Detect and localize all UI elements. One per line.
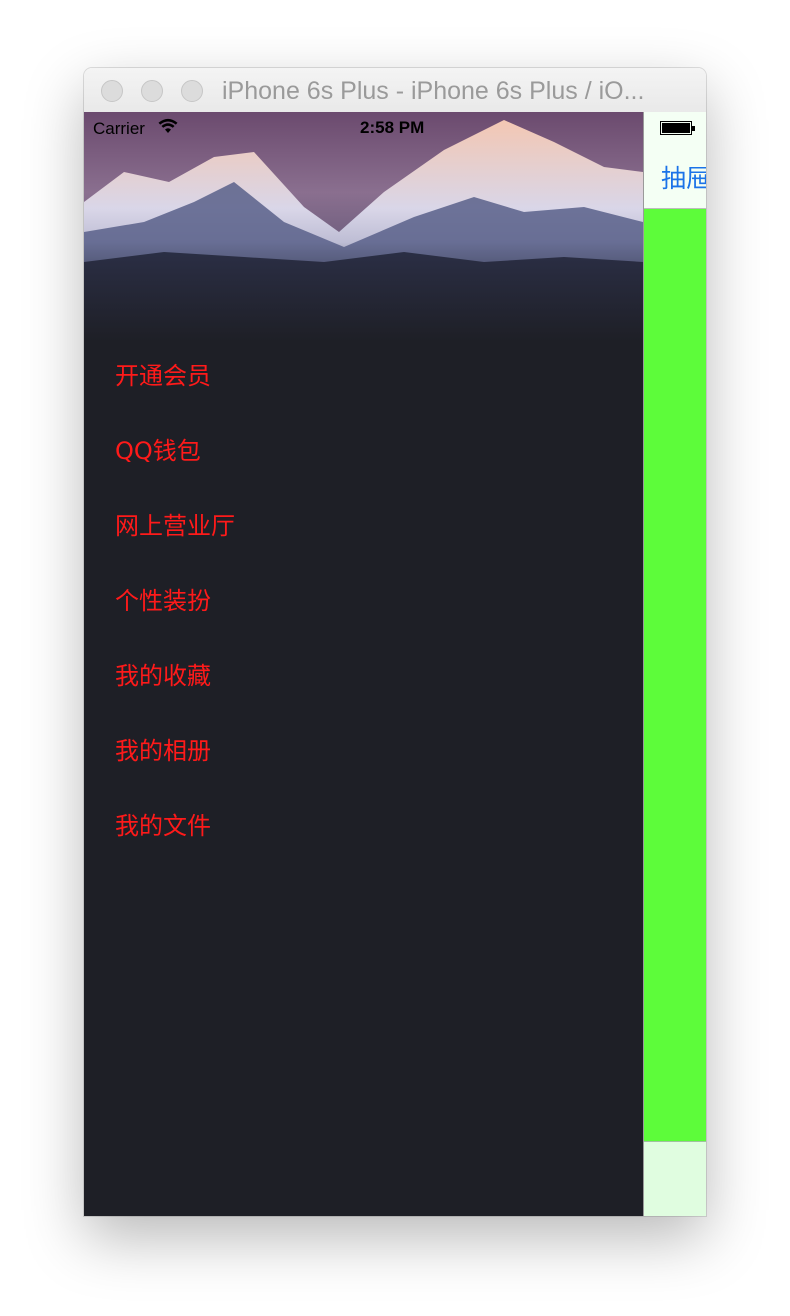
status-time: 2:58 PM	[360, 118, 425, 137]
mountain-illustration	[84, 112, 643, 342]
menu-item-personal-theme[interactable]: 个性装扮	[115, 582, 235, 657]
drawer-menu: 开通会员 QQ钱包 网上营业厅 个性装扮 我的收藏 我的相册 我的文件	[84, 112, 643, 1216]
simulator-window: iPhone 6s Plus - iPhone 6s Plus / iO...	[84, 68, 706, 1216]
menu-item-favorites[interactable]: 我的收藏	[115, 657, 235, 732]
zoom-window-button[interactable]	[181, 80, 203, 102]
menu-item-files[interactable]: 我的文件	[115, 807, 235, 882]
window-titlebar[interactable]: iPhone 6s Plus - iPhone 6s Plus / iO...	[84, 68, 706, 113]
menu-item-qq-wallet[interactable]: QQ钱包	[115, 432, 235, 507]
minimize-window-button[interactable]	[141, 80, 163, 102]
mountain-header-image	[84, 112, 643, 342]
battery-icon	[660, 121, 695, 135]
main-content-panel[interactable]: 抽屉	[643, 112, 706, 1216]
menu-item-vip[interactable]: 开通会员	[115, 357, 235, 432]
wifi-icon	[158, 118, 178, 139]
status-bar: Carrier 2:58 PM	[84, 112, 706, 146]
device-screen: 开通会员 QQ钱包 网上营业厅 个性装扮 我的收藏 我的相册 我的文件 抽屉 C…	[84, 112, 706, 1216]
drawer-menu-list: 开通会员 QQ钱包 网上营业厅 个性装扮 我的收藏 我的相册 我的文件	[115, 357, 235, 882]
carrier-label: Carrier	[93, 119, 145, 138]
close-window-button[interactable]	[101, 80, 123, 102]
window-title: iPhone 6s Plus - iPhone 6s Plus / iO...	[222, 77, 645, 105]
main-content-area	[644, 209, 706, 1142]
menu-item-online-hall[interactable]: 网上营业厅	[115, 507, 235, 582]
drawer-toggle-button[interactable]: 抽屉	[661, 159, 706, 195]
menu-item-albums[interactable]: 我的相册	[115, 732, 235, 807]
